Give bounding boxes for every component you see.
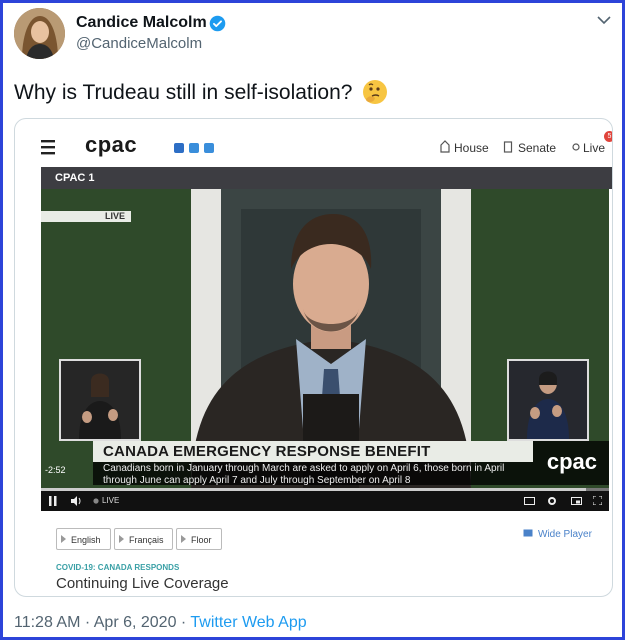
play-triangle-icon: [61, 535, 66, 543]
language-button-francais[interactable]: Français: [114, 528, 173, 550]
nav-house[interactable]: House: [454, 141, 489, 155]
tweet-text: Why is Trudeau still in self-isolation?: [14, 79, 388, 105]
author-name[interactable]: Candice Malcolm: [76, 14, 207, 32]
play-triangle-icon: [119, 535, 124, 543]
time-remaining: -2:52: [45, 465, 66, 475]
news-lower-third: CANADA EMERGENCY RESPONSE BENEFIT Canadi…: [93, 441, 609, 486]
hamburger-menu-icon[interactable]: [41, 139, 59, 155]
language-label: English: [71, 535, 101, 545]
video-player[interactable]: LIVE CANADA EMERGENCY RESPONSE BENEFIT C…: [41, 189, 609, 511]
live-tag-label: LIVE: [104, 211, 125, 221]
cpac-overlay-logo: cpac: [546, 449, 597, 474]
video-controls: LIVE: [41, 491, 609, 511]
program-category[interactable]: COVID-19: CANADA RESPONDS: [56, 563, 179, 572]
language-label: Floor: [191, 535, 212, 545]
cpac-logo[interactable]: cpac: [85, 132, 137, 158]
video-card[interactable]: cpac House Senate Live 5 CPAC 1 LIVE CAN…: [14, 118, 613, 597]
verified-badge-icon: [209, 15, 226, 32]
program-title[interactable]: Continuing Live Coverage: [56, 575, 229, 592]
source-app-link[interactable]: Twitter Web App: [190, 614, 306, 631]
language-button-floor[interactable]: Floor: [176, 528, 222, 550]
wide-player-link[interactable]: Wide Player: [538, 529, 592, 540]
language-button-english[interactable]: English: [56, 528, 111, 550]
facebook-icon[interactable]: [174, 143, 184, 153]
nav-live[interactable]: Live: [583, 141, 605, 155]
tweet-body: Why is Trudeau still in self-isolation?: [14, 81, 353, 104]
tweet-timestamp[interactable]: 11:28 AM · Apr 6, 2020 ·: [14, 614, 190, 631]
house-icon: [440, 140, 450, 153]
sign-language-interpreter-left: [59, 359, 141, 441]
play-triangle-icon: [181, 535, 186, 543]
twitter-icon[interactable]: [189, 143, 199, 153]
live-dot-icon: [572, 143, 580, 151]
captions-icon[interactable]: [524, 497, 535, 505]
senate-icon: [503, 141, 513, 153]
thinking-face-icon: [363, 80, 388, 104]
cpac-navbar: cpac House Senate Live 5: [41, 129, 612, 167]
pause-icon[interactable]: [49, 496, 57, 506]
headline-subtext: Canadians born in January through March …: [103, 463, 505, 486]
fullscreen-icon[interactable]: [593, 496, 602, 505]
chevron-down-icon[interactable]: [597, 15, 611, 25]
youtube-icon[interactable]: [204, 143, 214, 153]
control-live-label: LIVE: [102, 496, 120, 505]
settings-gear-icon[interactable]: [547, 496, 557, 506]
language-label: Français: [129, 535, 164, 545]
tweet-footer: 11:28 AM · Apr 6, 2020 · Twitter Web App: [14, 614, 307, 632]
live-indicator-icon: [93, 498, 99, 504]
tweet-frame: Candice Malcolm @CandiceMalcolm Why is T…: [0, 0, 625, 640]
wide-player-icon[interactable]: [523, 529, 533, 537]
author-handle[interactable]: @CandiceMalcolm: [76, 35, 202, 52]
picture-in-picture-icon[interactable]: [571, 497, 582, 505]
channel-name: CPAC 1: [55, 172, 95, 184]
avatar[interactable]: [14, 8, 65, 59]
channel-bar: CPAC 1: [41, 167, 612, 189]
live-count-badge: 5: [604, 131, 612, 142]
volume-icon[interactable]: [71, 496, 82, 506]
sign-language-interpreter-right: [507, 359, 589, 441]
live-tag: LIVE: [41, 211, 131, 222]
headline: CANADA EMERGENCY RESPONSE BENEFIT: [103, 443, 431, 460]
nav-senate[interactable]: Senate: [518, 141, 556, 155]
